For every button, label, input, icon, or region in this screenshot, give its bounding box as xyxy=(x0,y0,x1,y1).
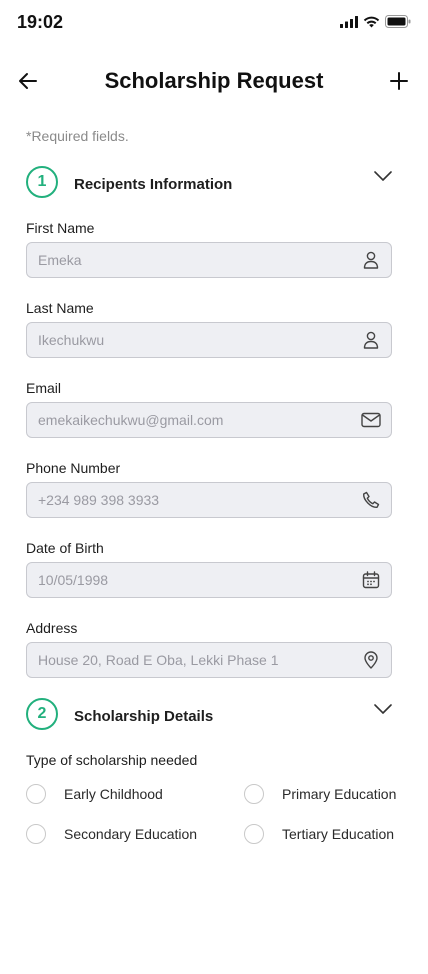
address-input[interactable] xyxy=(38,652,361,668)
user-icon xyxy=(361,250,381,270)
dob-field[interactable] xyxy=(26,562,392,598)
page-title: Scholarship Request xyxy=(104,68,324,93)
radio-secondary-education[interactable]: Secondary Education xyxy=(26,824,197,844)
radio-circle[interactable] xyxy=(26,824,46,844)
radio-circle[interactable] xyxy=(244,824,264,844)
phone-label: Phone Number xyxy=(26,460,121,476)
step-number-1: 1 xyxy=(26,166,58,198)
radio-label: Tertiary Education xyxy=(282,826,395,842)
status-time: 19:02 xyxy=(17,12,64,32)
last-name-input[interactable] xyxy=(38,332,361,348)
user-icon xyxy=(361,330,381,350)
scholarship-type-label: Type of scholarship needed xyxy=(26,752,198,768)
last-name-field[interactable] xyxy=(26,322,392,358)
first-name-field[interactable] xyxy=(26,242,392,278)
mail-icon xyxy=(361,410,381,430)
email-label: Email xyxy=(26,380,62,396)
required-fields-note: *Required fields. xyxy=(26,128,129,144)
chevron-down-icon xyxy=(374,171,392,181)
dob-label: Date of Birth xyxy=(26,540,104,556)
radio-circle[interactable] xyxy=(26,784,46,804)
address-field[interactable] xyxy=(26,642,392,678)
last-name-label: Last Name xyxy=(26,300,94,316)
battery-icon xyxy=(385,15,411,28)
radio-label: Early Childhood xyxy=(64,786,163,802)
phone-field[interactable] xyxy=(26,482,392,518)
step-number-2: 2 xyxy=(26,698,58,730)
calendar-icon xyxy=(361,570,381,590)
radio-label: Primary Education xyxy=(282,786,397,802)
recipients-collapse-toggle[interactable] xyxy=(370,166,396,186)
plus-icon xyxy=(390,72,408,90)
section-title-scholarship: Scholarship Details xyxy=(74,708,214,725)
status-icons xyxy=(340,15,411,28)
email-input[interactable] xyxy=(38,412,361,428)
radio-circle[interactable] xyxy=(244,784,264,804)
first-name-input[interactable] xyxy=(38,252,361,268)
section-title-recipients: Recipents Information xyxy=(74,176,233,193)
radio-primary-education[interactable]: Primary Education xyxy=(244,784,396,804)
radio-early-childhood[interactable]: Early Childhood xyxy=(26,784,163,804)
phone-input[interactable] xyxy=(38,492,361,508)
add-button[interactable] xyxy=(385,67,413,95)
phone-icon xyxy=(361,490,381,510)
dob-input[interactable] xyxy=(38,572,361,588)
first-name-label: First Name xyxy=(26,220,95,236)
location-pin-icon xyxy=(361,650,381,670)
radio-tertiary-education[interactable]: Tertiary Education xyxy=(244,824,394,844)
chevron-down-icon xyxy=(374,704,392,714)
cellular-signal-icon xyxy=(340,15,358,28)
scholarship-collapse-toggle[interactable] xyxy=(370,699,396,719)
wifi-icon xyxy=(363,16,380,27)
radio-label: Secondary Education xyxy=(64,826,198,842)
email-field[interactable] xyxy=(26,402,392,438)
address-label: Address xyxy=(26,620,78,636)
